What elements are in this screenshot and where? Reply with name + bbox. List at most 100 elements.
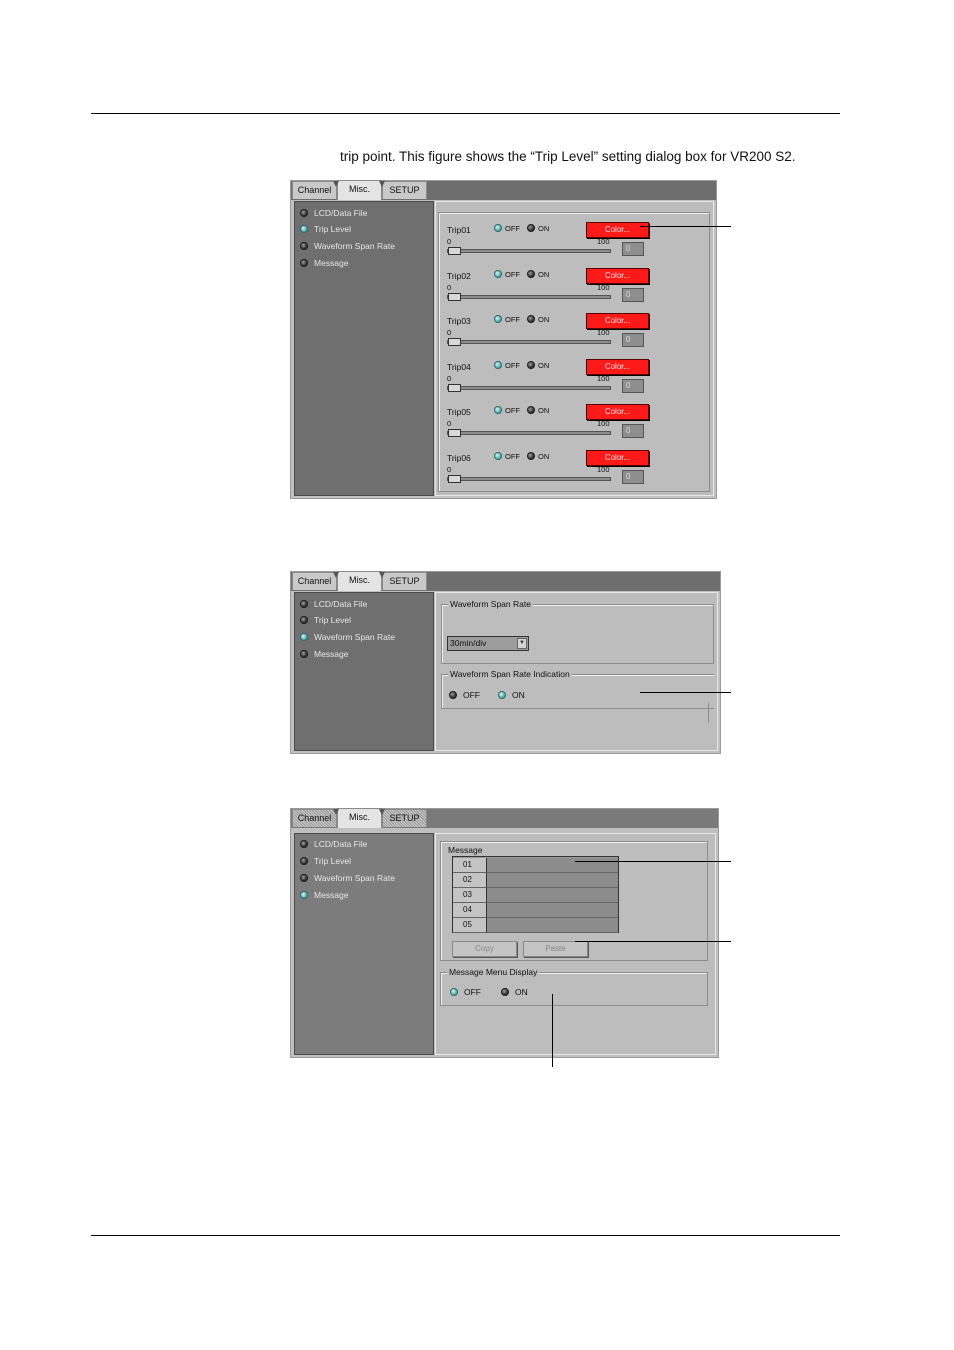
tab-setup[interactable]: SETUP [382,809,427,827]
sidebar-item-waveform-span-rate[interactable]: Waveform Span Rate [300,872,395,886]
trip-value-field[interactable]: 0 [622,242,644,256]
message-row-text[interactable] [487,888,618,903]
trip-off-option[interactable]: OFF [494,406,520,415]
indication-on-option[interactable]: ON [498,690,525,700]
message-row-number: 03 [453,888,487,903]
sidebar-item-trip-level[interactable]: Trip Level [300,614,351,628]
slider-thumb[interactable] [448,338,461,346]
sidebar-item-lcd-data-file[interactable]: LCD/Data File [300,838,367,852]
tab-corner-marker [379,572,385,578]
trip-on-option[interactable]: ON [527,406,549,415]
led-indicator-icon [300,857,308,865]
tab-bar: Channel Misc. SETUP [291,808,718,828]
trip-off-option[interactable]: OFF [494,315,520,324]
trip-name: Trip05 [447,407,471,417]
trip-off-option[interactable]: OFF [494,224,520,233]
trip-color-button[interactable]: Color... [586,222,649,238]
led-indicator-icon [300,633,308,641]
tab-channel[interactable]: Channel [292,572,337,590]
tab-corner-marker [379,809,385,815]
span-rate-value: 30min/div [450,638,487,648]
tab-misc[interactable]: Misc. [337,180,382,200]
trip-on-option[interactable]: ON [527,224,549,233]
slider-thumb[interactable] [448,247,461,255]
led-indicator-icon [300,242,308,250]
message-row-number: 01 [453,858,487,873]
message-table: 01 02 03 04 05 [452,856,619,933]
menu-display-on-option[interactable]: ON [501,987,528,997]
trip-level-slider[interactable] [447,383,611,392]
span-rate-select[interactable]: 30min/div ▼ [447,636,529,651]
led-indicator-icon [300,840,308,848]
sidebar-item-waveform-span-rate[interactable]: Waveform Span Rate [300,240,395,254]
slider-thumb[interactable] [448,292,461,301]
trip-off-option[interactable]: OFF [494,451,520,461]
radio-on-icon [527,406,535,414]
trip-color-button[interactable]: Color... [586,267,649,284]
trip-level-slider[interactable] [447,429,611,437]
sidebar-item-lcd-data-file[interactable]: LCD/Data File [300,598,367,612]
paste-button[interactable]: Paste [523,941,588,957]
trip-off-option[interactable]: OFF [494,360,520,370]
message-row-text[interactable] [487,918,618,933]
indication-off-option[interactable]: OFF [449,690,480,700]
callout-line [640,692,731,693]
sidebar-item-trip-level[interactable]: Trip Level [300,223,351,237]
sidebar-item-lcd-data-file[interactable]: LCD/Data File [300,207,367,221]
sidebar-item-waveform-span-rate[interactable]: Waveform Span Rate [300,631,395,645]
led-indicator-icon [300,650,308,658]
trip-name: Trip03 [447,316,471,326]
trip-level-slider[interactable] [447,474,611,483]
message-menu-display-group: Message Menu Display OFF ON [440,967,708,1006]
radio-off-icon [494,360,502,369]
trip-color-button[interactable]: Color... [586,449,649,466]
trip-value-field[interactable]: 0 [622,378,644,393]
tab-setup[interactable]: SETUP [382,572,427,590]
slider-thumb[interactable] [448,474,461,483]
copy-button[interactable]: Copy [452,941,517,957]
trip-min-label: 0 [447,464,452,474]
message-group-title: Message [446,845,485,856]
sidebar-item-message[interactable]: Message [300,257,349,271]
menu-display-off-option[interactable]: OFF [450,987,481,997]
tab-bar: Channel Misc. SETUP [291,180,716,200]
sidebar-item-message[interactable]: Message [300,889,349,903]
trip-color-button[interactable]: Color... [586,358,649,375]
chevron-down-icon[interactable]: ▼ [517,638,527,649]
message-row-text[interactable] [487,903,618,918]
trip-value-field[interactable]: 0 [622,333,644,347]
slider-thumb[interactable] [448,429,461,437]
trip-on-option[interactable]: ON [527,269,549,279]
trip-value-field[interactable]: 0 [622,424,644,438]
trip-level-slider[interactable] [447,338,611,346]
trip-max-label: 100 [597,237,610,246]
tab-misc[interactable]: Misc. [337,808,382,828]
tab-setup[interactable]: SETUP [382,181,427,199]
trip-level-slider[interactable] [447,292,611,301]
tab-bar: Channel Misc. SETUP [291,571,720,591]
trip-value-field[interactable]: 0 [622,287,644,302]
trip-name: Trip02 [447,270,471,281]
trip-min-label: 0 [447,237,452,246]
trip-row: Trip03 OFF ON Color... 0 100 0 [439,313,709,358]
led-indicator-icon [300,209,308,217]
trip-on-option[interactable]: ON [527,451,549,461]
trip-value-field[interactable]: 0 [622,469,644,484]
message-panel: Message 01 02 03 04 05 Copy Paste Message Me… [435,833,716,1055]
message-row-number: 02 [453,873,487,888]
message-row-text[interactable] [487,873,618,888]
trip-on-option[interactable]: ON [527,315,549,324]
sidebar-item-message[interactable]: Message [300,648,349,662]
trip-color-button[interactable]: Color... [586,313,649,329]
trip-level-slider[interactable] [447,247,611,255]
span-rate-group: Waveform Span Rate 30min/div ▼ [441,599,714,664]
sidebar-item-trip-level[interactable]: Trip Level [300,855,351,869]
trip-color-button[interactable]: Color... [586,404,649,420]
trip-off-option[interactable]: OFF [494,269,520,279]
tab-misc[interactable]: Misc. [337,571,382,591]
radio-on-icon [501,988,509,996]
tab-channel[interactable]: Channel [292,809,337,827]
slider-thumb[interactable] [448,383,461,392]
tab-channel[interactable]: Channel [292,181,337,199]
trip-on-option[interactable]: ON [527,360,549,370]
